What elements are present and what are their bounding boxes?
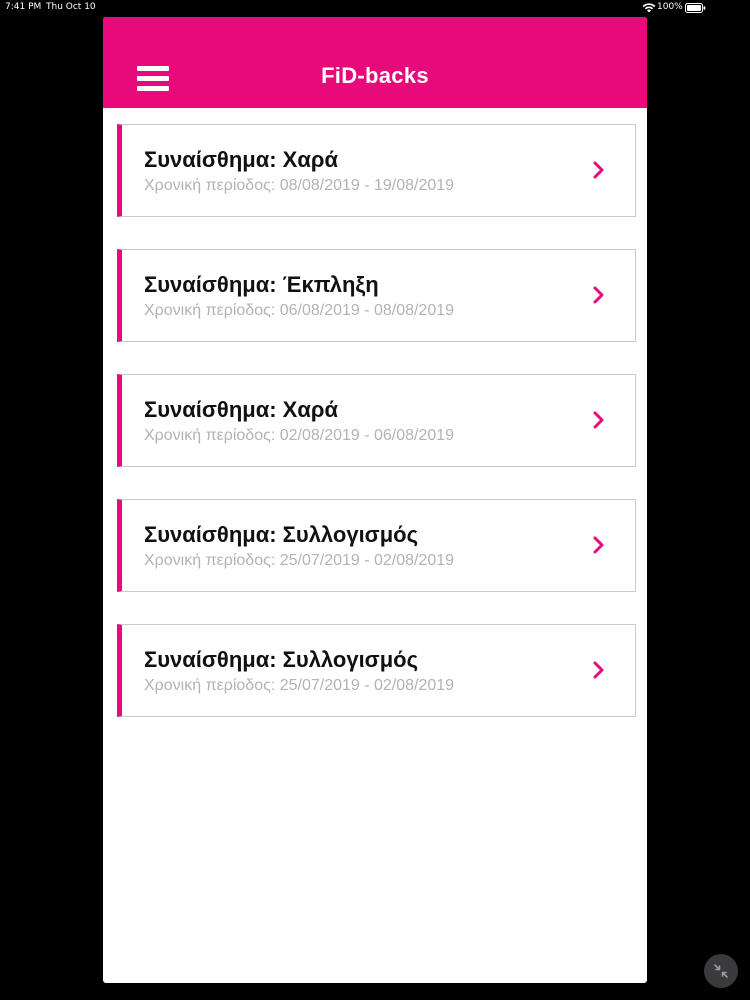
- chevron-right-icon: [593, 661, 604, 679]
- item-title: Συναίσθημα: Χαρά: [144, 147, 339, 172]
- item-period: Χρονική περίοδος: 08/08/2019 - 19/08/201…: [144, 177, 455, 194]
- list-item[interactable]: Συναίσθημα: Χαρά Χρονική περίοδος: 02/08…: [117, 374, 636, 467]
- item-period: Χρονική περίοδος: 02/08/2019 - 06/08/201…: [144, 427, 455, 444]
- battery-percentage: 100%: [657, 2, 683, 12]
- list-item[interactable]: Συναίσθημα: Συλλογισμός Χρονική περίοδος…: [117, 624, 636, 717]
- list-item[interactable]: Συναίσθημα: Έκπληξη Χρονική περίοδος: 06…: [117, 249, 636, 342]
- status-time: 7:41 PM: [5, 2, 42, 12]
- app-header: FiD-backs: [103, 17, 647, 108]
- item-title: Συναίσθημα: Χαρά: [144, 397, 339, 422]
- item-title: Συναίσθημα: Συλλογισμός: [144, 647, 419, 672]
- chevron-right-icon: [593, 286, 604, 304]
- collapse-button[interactable]: [704, 954, 738, 988]
- chevron-right-icon: [593, 536, 604, 554]
- item-period: Χρονική περίοδος: 06/08/2019 - 08/08/201…: [144, 302, 455, 319]
- status-bar: 7:41 PM Thu Oct 10 100%: [0, 0, 750, 16]
- item-period: Χρονική περίοδος: 25/07/2019 - 02/08/201…: [144, 677, 455, 694]
- status-indicators: 100%: [640, 1, 750, 15]
- app-window: FiD-backs Συναίσθημα: Χαρά Χρονική περίο…: [103, 17, 647, 983]
- wifi-icon: [642, 3, 656, 13]
- battery-icon: [685, 3, 706, 13]
- page-title: FiD-backs: [321, 63, 429, 88]
- item-title: Συναίσθημα: Έκπληξη: [144, 272, 379, 297]
- collapse-arrows-icon: [714, 964, 728, 978]
- status-date: Thu Oct 10: [46, 2, 96, 12]
- feedback-list: Συναίσθημα: Χαρά Χρονική περίοδος: 08/08…: [117, 124, 636, 749]
- item-period: Χρονική περίοδος: 25/07/2019 - 02/08/201…: [144, 552, 455, 569]
- list-item[interactable]: Συναίσθημα: Συλλογισμός Χρονική περίοδος…: [117, 499, 636, 592]
- list-item[interactable]: Συναίσθημα: Χαρά Χρονική περίοδος: 08/08…: [117, 124, 636, 217]
- chevron-right-icon: [593, 411, 604, 429]
- item-title: Συναίσθημα: Συλλογισμός: [144, 522, 419, 547]
- chevron-right-icon: [593, 161, 604, 179]
